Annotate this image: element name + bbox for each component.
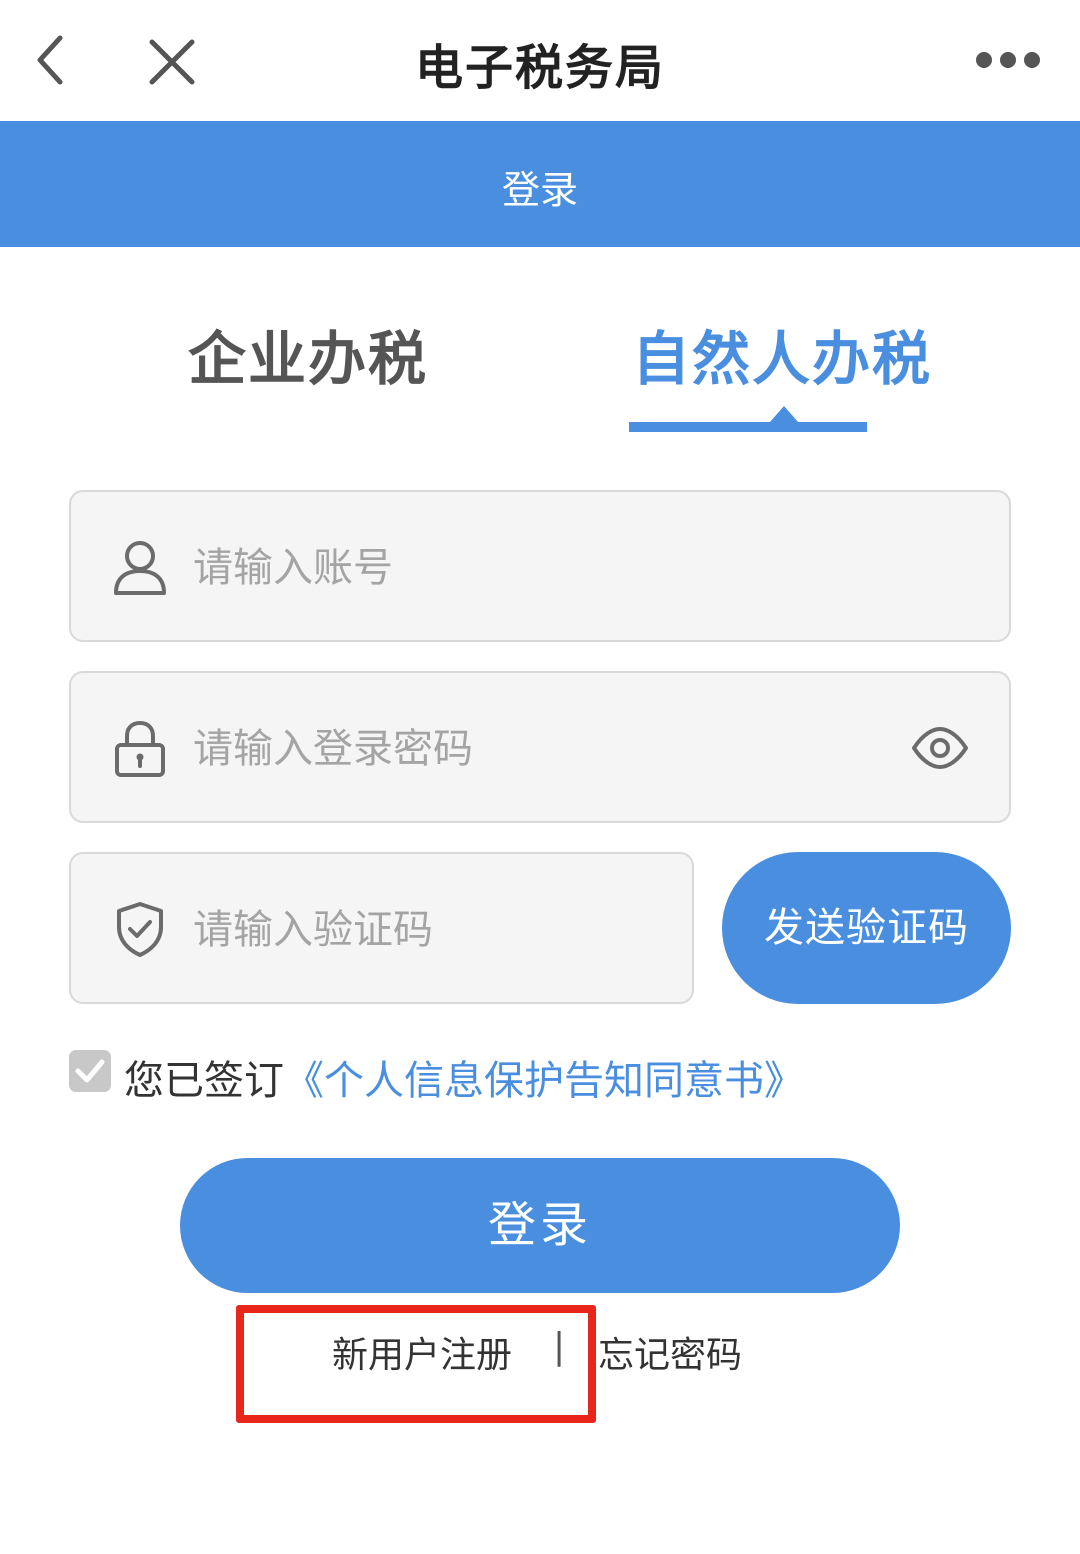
agreement-prefix: 您已签订: [124, 1058, 284, 1104]
tab-enterprise-tax[interactable]: 企业办税: [188, 312, 428, 396]
header-bar: 登录: [0, 121, 1080, 247]
lock-icon: [115, 720, 165, 777]
eye-icon[interactable]: [911, 725, 969, 771]
more-dots-icon[interactable]: [972, 46, 1044, 74]
privacy-consent-link[interactable]: 《个人信息保护告知同意书》: [284, 1058, 804, 1104]
password-input[interactable]: [193, 709, 873, 789]
shield-check-icon: [117, 902, 163, 957]
verification-code-input[interactable]: [193, 890, 653, 970]
header-title: 登录: [501, 168, 578, 212]
page-title: 电子税务局: [414, 40, 665, 96]
login-button[interactable]: 登录: [180, 1158, 900, 1293]
user-icon: [114, 541, 166, 595]
account-field: [69, 490, 1011, 642]
password-field: [69, 671, 1011, 823]
agreement-checkbox[interactable]: [69, 1050, 111, 1092]
send-code-button[interactable]: 发送验证码: [722, 852, 1011, 1004]
active-tab-indicator: [629, 406, 867, 432]
verification-code-field: [69, 852, 694, 1004]
highlight-annotation-box: [236, 1305, 596, 1423]
top-nav-bar: 电子税务局: [0, 0, 1080, 121]
agreement-text: 您已签订《个人信息保护告知同意书》: [124, 1048, 804, 1106]
tab-natural-person-tax[interactable]: 自然人办税: [632, 312, 932, 396]
account-input[interactable]: [193, 528, 873, 608]
forgot-password-link[interactable]: 忘记密码: [598, 1326, 742, 1378]
